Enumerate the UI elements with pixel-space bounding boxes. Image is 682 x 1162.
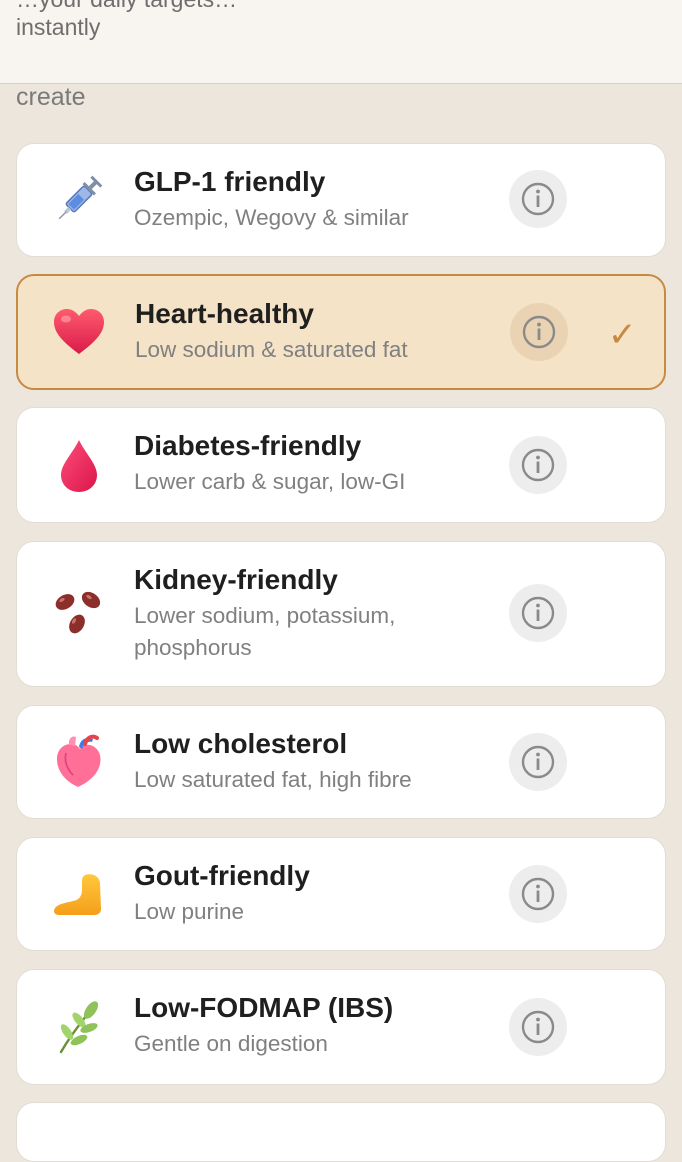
card-title: Diabetes-friendly <box>134 430 362 461</box>
option-card-heart-healthy[interactable]: Heart-healthy Low sodium & saturated fat… <box>16 274 666 390</box>
beans-icon <box>49 584 109 644</box>
card-subtitle: Gentle on digestion <box>134 1031 328 1056</box>
info-icon[interactable] <box>509 733 567 791</box>
card-title: Low cholesterol <box>134 728 348 759</box>
info-icon[interactable] <box>509 170 567 228</box>
card-subtitle: Low purine <box>134 899 245 924</box>
drop-of-blood-icon <box>49 436 109 496</box>
info-icon[interactable] <box>509 584 567 642</box>
option-card-gout-friendly[interactable]: Gout-friendly Low purine <box>16 837 666 951</box>
info-icon[interactable] <box>510 303 568 361</box>
banner-text: instantly <box>16 14 101 40</box>
card-title: Gout-friendly <box>134 860 310 891</box>
option-card-partial[interactable] <box>16 1102 666 1162</box>
anatomical-heart-icon <box>49 731 109 791</box>
card-subtitle: Lower carb & sugar, low-GI <box>134 469 406 494</box>
card-title: Low-FODMAP (IBS) <box>134 992 394 1023</box>
card-subtitle: Ozempic, Wegovy & similar <box>134 205 409 230</box>
banner-cut-text: …your daily targets… <box>16 0 237 13</box>
section-label: create <box>16 83 86 111</box>
option-card-kidney-friendly[interactable]: Kidney-friendly Lower sodium, potassium,… <box>16 541 666 687</box>
top-banner: …your daily targets… instantly <box>0 0 682 84</box>
syringe-icon <box>49 169 109 229</box>
option-card-glp1[interactable]: GLP-1 friendly Ozempic, Wegovy & similar <box>16 143 666 257</box>
info-icon[interactable] <box>509 436 567 494</box>
card-title: Kidney-friendly <box>134 564 338 595</box>
card-subtitle: Lower sodium, potassium, phosphorus <box>134 603 396 660</box>
option-card-diabetes-friendly[interactable]: Diabetes-friendly Lower carb & sugar, lo… <box>16 407 666 523</box>
card-subtitle: Low saturated fat, high fibre <box>134 767 412 792</box>
card-subtitle: Low sodium & saturated fat <box>135 337 408 362</box>
selected-check-icon: ✓ <box>608 316 637 354</box>
herb-icon <box>49 998 109 1058</box>
option-card-low-cholesterol[interactable]: Low cholesterol Low saturated fat, high … <box>16 705 666 819</box>
red-heart-icon <box>49 302 109 362</box>
card-title: GLP-1 friendly <box>134 166 326 197</box>
card-title: Heart-healthy <box>135 298 314 329</box>
info-icon[interactable] <box>509 865 567 923</box>
info-icon[interactable] <box>509 998 567 1056</box>
foot-icon <box>49 863 109 923</box>
option-card-low-fodmap[interactable]: Low-FODMAP (IBS) Gentle on digestion <box>16 969 666 1085</box>
